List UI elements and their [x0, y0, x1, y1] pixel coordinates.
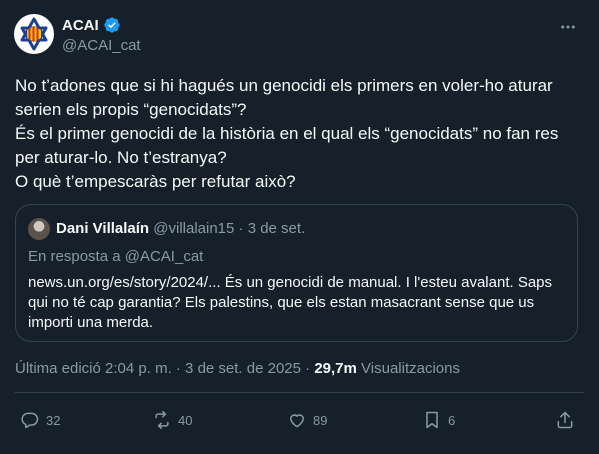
- share-button[interactable]: [555, 410, 575, 430]
- author-handle[interactable]: @ACAI_cat: [62, 37, 141, 54]
- views-label: Visualitzacions: [361, 360, 460, 377]
- tweet-meta: Última edició 2:04 p. m. · 3 de set. de …: [15, 360, 460, 377]
- bookmark-button[interactable]: 6: [422, 410, 455, 430]
- author-name-row: ACAI: [62, 16, 121, 34]
- quoted-author-meta: @villalain15 · 3 de set.: [153, 220, 306, 237]
- quoted-author-name: Dani Villalaín: [56, 220, 150, 237]
- reply-count: 32: [46, 412, 61, 428]
- quoted-text-line: news.un.org/es/story/2024/... És un geno…: [28, 274, 553, 291]
- quoted-tweet-text: news.un.org/es/story/2024/... És un geno…: [28, 273, 568, 333]
- quoted-tweet[interactable]: Dani Villalaín @villalain15 · 3 de set. …: [15, 204, 578, 342]
- edited-timestamp[interactable]: Última edició 2:04 p. m. · 3 de set. de …: [15, 360, 310, 377]
- quoted-text-line: qui no té cap garantia? Els palestins, q…: [28, 294, 535, 311]
- tweet-text-line: serien els propis “genocidats”?: [15, 100, 247, 119]
- reply-button[interactable]: 32: [20, 410, 60, 430]
- star-of-david-logo-icon: [20, 17, 48, 51]
- bookmark-count: 6: [448, 412, 456, 428]
- retweet-button[interactable]: 40: [152, 410, 192, 430]
- author-avatar[interactable]: [14, 14, 54, 54]
- retweet-count: 40: [178, 412, 193, 428]
- heart-icon: [290, 414, 304, 428]
- verified-badge-icon[interactable]: [103, 16, 121, 34]
- like-button[interactable]: 89: [287, 410, 327, 430]
- tweet-text-line: És el primer genocidi de la història en …: [15, 124, 559, 143]
- like-count: 89: [313, 412, 328, 428]
- reply-icon: [21, 412, 39, 429]
- divider: [15, 392, 584, 393]
- reply-prefix: En resposta a: [28, 248, 121, 265]
- tweet-text: No t’adones que si hi hagués un genocidi…: [15, 74, 590, 194]
- bookmark-icon: [426, 411, 438, 429]
- views-count: 29,7m: [314, 360, 357, 377]
- quoted-text-line: importi una merda.: [28, 314, 154, 331]
- tweet-text-line: No t’adones que si hi hagués un genocidi…: [15, 76, 553, 95]
- tweet-text-line: per aturar-lo. No t’estranya?: [15, 148, 227, 167]
- more-options-icon[interactable]: [559, 18, 577, 36]
- quoted-author-row: Dani Villalaín @villalain15 · 3 de set.: [56, 220, 305, 237]
- quoted-author-avatar: [28, 218, 50, 240]
- share-icon: [557, 411, 573, 429]
- tweet-text-line: O què t’empescaràs per refutar això?: [15, 172, 296, 191]
- quoted-reply-context: En resposta a @ACAI_cat: [28, 248, 203, 265]
- reply-mention-link[interactable]: @ACAI_cat: [125, 248, 204, 265]
- author-display-name[interactable]: ACAI: [62, 17, 99, 34]
- retweet-icon: [155, 410, 169, 430]
